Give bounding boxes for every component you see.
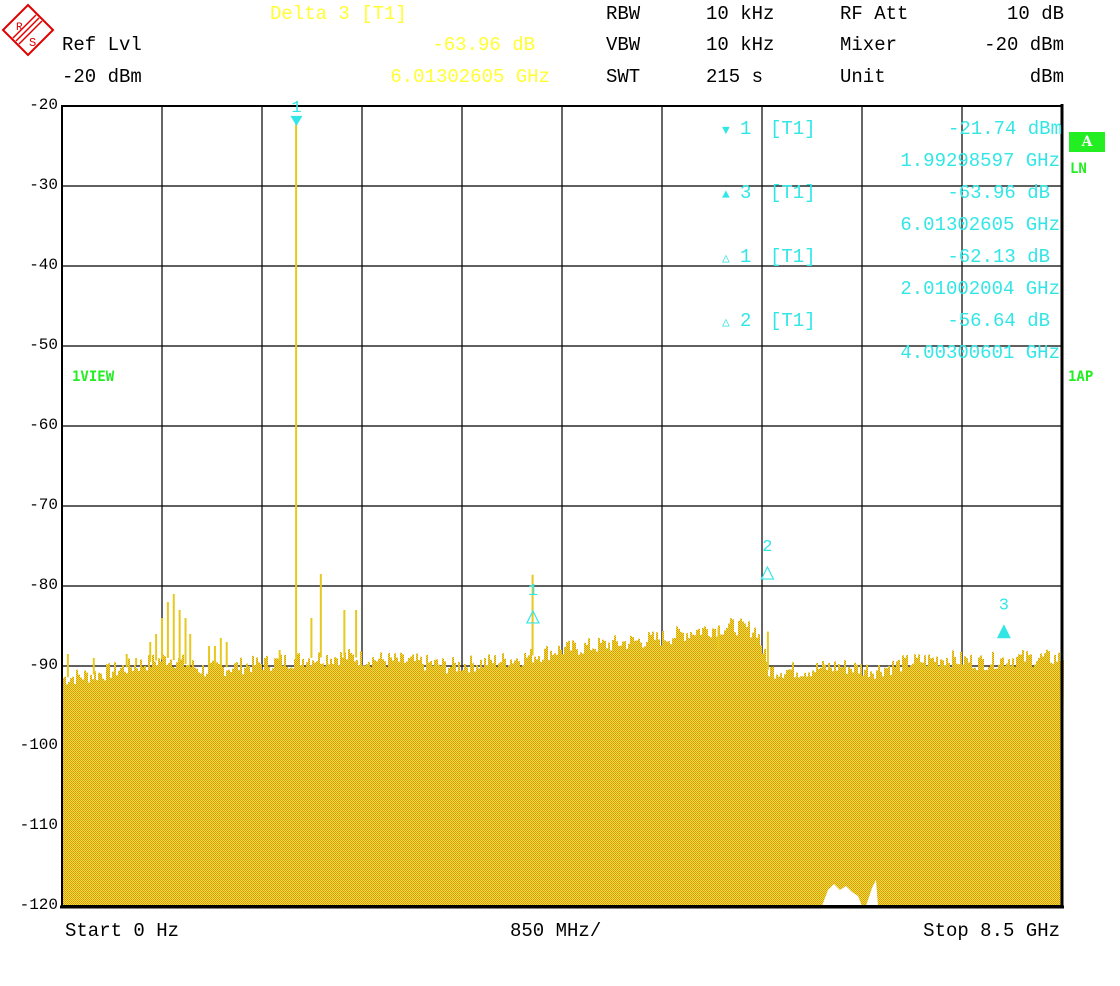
marker-label: 1 [528,582,538,601]
marker-table-level: -63.96 dB [947,182,1050,204]
marker-table-level: -21.74 dBm [947,118,1062,140]
delta-marker-icon: △ [722,251,730,266]
trace-area [62,618,1064,906]
delta-marker-icon: ▲ [722,187,730,202]
marker-table-frequency: 4.00300601 GHz [900,342,1060,364]
ln-label: LN [1070,161,1087,177]
marker-up-triangle-icon[interactable] [996,624,1011,639]
marker-label: 3 [999,597,1009,616]
marker-table-frequency: 1.99298597 GHz [900,150,1060,172]
marker-table-frequency: 2.01002004 GHz [900,278,1060,300]
marker-table-trace: [T1] [770,118,816,140]
marker-table-id: 2 [740,310,752,332]
stop-frequency: Stop 8.5 GHz [923,920,1060,942]
marker-table-frequency: 6.01302605 GHz [900,214,1060,236]
span-per-division: 850 MHz/ [510,920,602,942]
marker-label: 1 [291,99,301,118]
marker-table-trace: [T1] [770,246,816,268]
spectrum-plot: 1 1 2 3 [60,99,1064,909]
marker-delta[interactable]: 2 [760,538,775,580]
marker-table-id: 1 [740,118,752,140]
marker-table-trace: [T1] [770,310,816,332]
start-frequency: Start 0 Hz [65,920,180,942]
view-label: 1VIEW [72,369,115,385]
marker-table-trace: [T1] [770,182,816,204]
marker-label: 2 [762,538,772,557]
delta-marker-icon: △ [722,315,730,330]
trace-a-badge[interactable]: A [1069,132,1105,152]
marker-up-triangle-icon[interactable] [760,565,775,580]
marker-delta[interactable]: 3 [996,597,1011,639]
marker-down-icon: ▼ [722,123,730,138]
marker-reference[interactable]: 1 [290,99,303,126]
marker-table-level: -56.64 dB [947,310,1050,332]
marker-table-id: 3 [740,182,752,204]
marker-table-id: 1 [740,246,752,268]
marker-table-level: -62.13 dB [947,246,1050,268]
detector-label: 1AP [1068,369,1094,385]
